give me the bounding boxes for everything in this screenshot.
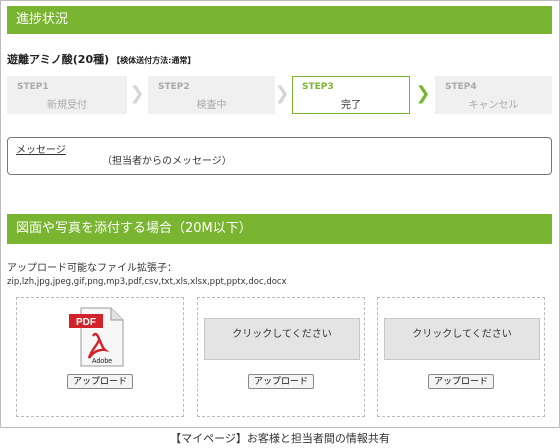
page-frame: 進捗状況 遊離アミノ酸(20種) 【検体送付方法:通常】 STEP1 新規受付 ❯… bbox=[0, 0, 560, 428]
extensions-list: zip,lzh,jpg,jpeg,gif,png,mp3,pdf,csv,txt… bbox=[7, 277, 287, 287]
step-number: STEP2 bbox=[158, 82, 190, 92]
message-box: メッセージ （担当者からのメッセージ） bbox=[7, 137, 552, 175]
progress-section-header: 進捗状況 bbox=[7, 6, 552, 34]
pdf-file-icon: PDF Adobe bbox=[69, 307, 124, 367]
file-drop-area[interactable]: クリックしてください bbox=[384, 318, 540, 360]
upload-slot-2: クリックしてください アップロード bbox=[197, 297, 365, 417]
step-1: STEP1 新規受付 bbox=[7, 76, 127, 114]
step-label: キャンセル bbox=[468, 100, 519, 111]
message-text: （担当者からのメッセージ） bbox=[102, 156, 232, 167]
extensions-title: アップロード可能なファイル拡張子： bbox=[7, 263, 177, 274]
step-3-current: STEP3 完了 bbox=[292, 76, 410, 114]
chevron-right-icon: ❯ bbox=[274, 83, 290, 104]
upload-button[interactable]: アップロード bbox=[427, 374, 495, 389]
pdf-badge-text: PDF bbox=[76, 317, 96, 328]
chevron-right-icon: ❯ bbox=[415, 83, 431, 104]
attach-section-header: 図面や写真を添付する場合（20M以下） bbox=[7, 214, 552, 244]
upload-button[interactable]: アップロード bbox=[247, 374, 315, 389]
step-4: STEP4 キャンセル bbox=[435, 76, 552, 114]
product-name: 遊離アミノ酸(20種) bbox=[7, 53, 110, 66]
chevron-right-icon: ❯ bbox=[129, 83, 145, 104]
step-label: 完了 bbox=[341, 100, 361, 111]
figure-caption: 【マイページ】お客様と担当者間の情報共有 bbox=[170, 432, 390, 445]
file-drop-area[interactable]: クリックしてください bbox=[204, 318, 360, 360]
step-label: 新規受付 bbox=[47, 100, 87, 111]
drop-area-label: クリックしてください bbox=[232, 329, 332, 340]
step-number: STEP3 bbox=[302, 82, 334, 92]
progress-steps: STEP1 新規受付 ❯ STEP2 検査中 ❯ STEP3 完了 ❯ STEP… bbox=[7, 76, 552, 114]
product-title: 遊離アミノ酸(20種) 【検体送付方法:通常】 bbox=[7, 51, 195, 67]
progress-section-title: 進捗状況 bbox=[16, 12, 69, 27]
upload-slot-3: クリックしてください アップロード bbox=[377, 297, 545, 417]
step-number: STEP4 bbox=[445, 82, 477, 92]
step-label: 検査中 bbox=[196, 100, 227, 111]
message-label[interactable]: メッセージ bbox=[16, 141, 66, 156]
shipping-method: 【検体送付方法:通常】 bbox=[112, 56, 196, 65]
attach-section-title: 図面や写真を添付する場合（20M以下） bbox=[16, 221, 252, 236]
drop-area-label: クリックしてください bbox=[412, 329, 512, 340]
adobe-label: Adobe bbox=[92, 358, 112, 365]
step-number: STEP1 bbox=[17, 82, 49, 92]
upload-button[interactable]: アップロード bbox=[66, 374, 134, 389]
upload-slot-1: PDF Adobe アップロード bbox=[16, 297, 184, 417]
step-2: STEP2 検査中 bbox=[148, 76, 275, 114]
